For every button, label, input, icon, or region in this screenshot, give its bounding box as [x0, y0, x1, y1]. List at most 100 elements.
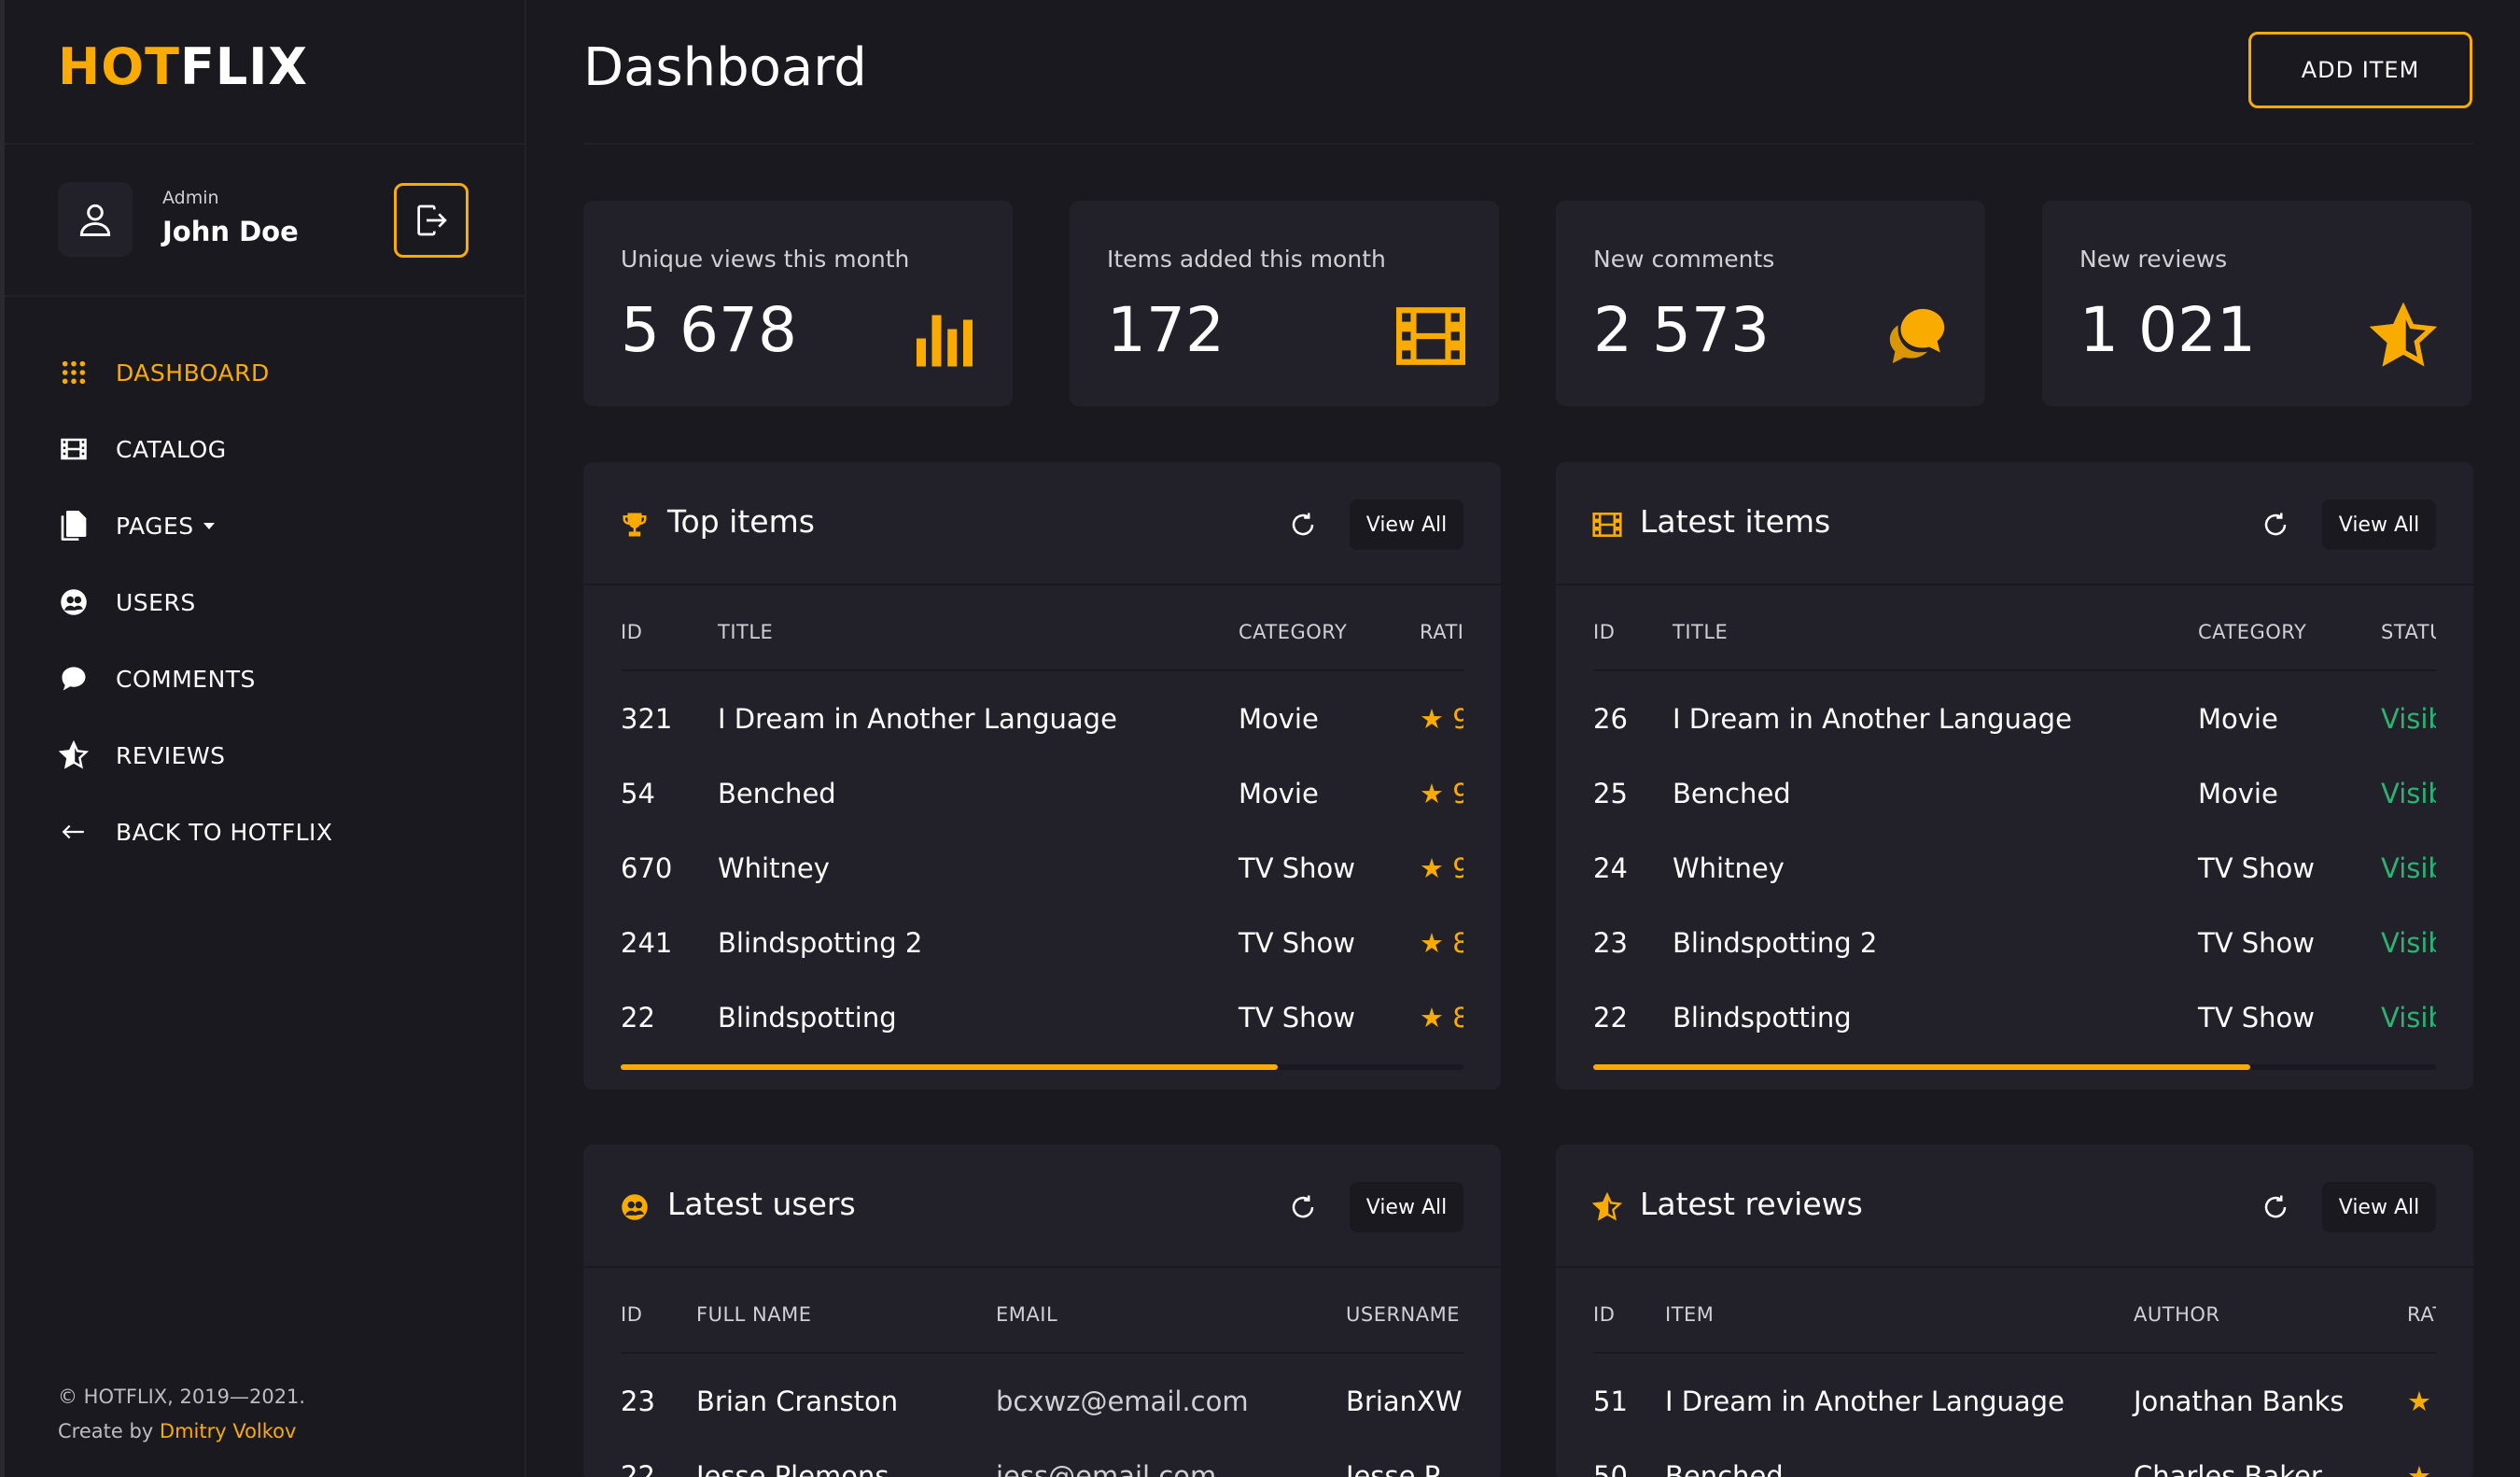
comments-icon — [1883, 302, 1952, 371]
table-row[interactable]: 241 Blindspotting 2 TV Show ★ 8 — [621, 908, 1463, 983]
cell-id: 25 — [1593, 778, 1628, 809]
stat-label: New reviews — [2079, 246, 2228, 273]
nav-item-catalog[interactable]: CATALOG — [58, 426, 469, 472]
table-header: ID FULL NAME EMAIL USERNAME — [621, 1268, 1463, 1354]
data-table: ID TITLE CATEGORY STATU 26 I Dream in An… — [1593, 585, 2436, 1058]
table-row[interactable]: 22 Jesse Plemons jess@email.com Jesse.P — [621, 1442, 1463, 1477]
logo-flix: FLIX — [179, 37, 308, 96]
cell-id: 23 — [621, 1386, 655, 1417]
column-header: STATU — [2381, 621, 2436, 643]
table-row[interactable]: 22 Blindspotting TV Show Visib — [1593, 983, 2436, 1058]
refresh-icon[interactable] — [2260, 509, 2291, 541]
cell-category: TV Show — [1239, 927, 1356, 959]
cell-author: Charles Baker — [2134, 1460, 2322, 1477]
sidebar-edge — [0, 0, 5, 1477]
grid-icon — [58, 357, 90, 388]
cell-category: TV Show — [1239, 1002, 1356, 1034]
column-header: RAT — [2407, 1303, 2436, 1326]
column-header: ID — [621, 1303, 643, 1326]
cell-rating: ★ 8 — [1420, 927, 1463, 959]
stat-value: 2 573 — [1593, 294, 1770, 366]
panel-top-items: Top items View All ID TITLE CATEGORY RAT… — [583, 462, 1501, 1090]
nav-label: COMMENTS — [116, 665, 256, 693]
view-all-button[interactable]: View All — [2322, 499, 2436, 550]
stat-card-reviews: New reviews 1 021 — [2042, 201, 2471, 406]
table-row[interactable]: 25 Benched Movie Visib — [1593, 759, 2436, 834]
column-header: ID — [1593, 1303, 1616, 1326]
cell-id: 670 — [621, 852, 673, 884]
stat-card-items: Items added this month 172 — [1070, 201, 1499, 406]
panel-header: Latest items View All — [1556, 462, 2473, 585]
nav-item-reviews[interactable]: REVIEWS — [58, 732, 469, 779]
nav-item-users[interactable]: USERS — [58, 579, 469, 626]
table-row[interactable]: 26 I Dream in Another Language Movie Vis… — [1593, 684, 2436, 759]
add-item-button[interactable]: ADD ITEM — [2248, 32, 2472, 108]
stat-value: 1 021 — [2079, 294, 2256, 366]
stat-label: Items added this month — [1107, 246, 1386, 273]
cell-id: 22 — [1593, 1002, 1628, 1034]
view-all-button[interactable]: View All — [2322, 1182, 2436, 1232]
nav-label: DASHBOARD — [116, 359, 270, 387]
table-row[interactable]: 23 Brian Cranston bcxwz@email.com BrianX… — [621, 1367, 1463, 1442]
table-row[interactable]: 54 Benched Movie ★ 9 — [621, 759, 1463, 834]
stat-card-views: Unique views this month 5 678 — [583, 201, 1013, 406]
pages-icon — [58, 510, 90, 542]
cell-username: BrianXWZ — [1346, 1386, 1463, 1417]
author-link[interactable]: Dmitry Volkov — [160, 1420, 297, 1442]
sidebar: HOTFLIX Admin John Doe DASHBOARD CATALOG — [0, 0, 526, 1477]
cell-title: Benched — [718, 778, 836, 809]
horizontal-scrollbar[interactable] — [621, 1064, 1463, 1070]
cell-id: 23 — [1593, 927, 1628, 959]
horizontal-scrollbar[interactable] — [1593, 1064, 2436, 1070]
film-icon — [58, 433, 90, 465]
cell-title: Blindspotting 2 — [1673, 927, 1878, 959]
column-header: ID — [621, 621, 643, 643]
refresh-icon[interactable] — [1287, 1191, 1319, 1223]
nav-item-dashboard[interactable]: DASHBOARD — [58, 349, 469, 396]
cell-id: 51 — [1593, 1386, 1628, 1417]
refresh-icon[interactable] — [1287, 509, 1319, 541]
user-avatar-icon — [58, 182, 133, 257]
cell-title: Blindspotting — [1673, 1002, 1852, 1034]
panel-latest-items: Latest items View All ID TITLE CATEGORY … — [1556, 462, 2473, 1090]
cell-title: Benched — [1673, 778, 1791, 809]
stat-label: New comments — [1593, 246, 1775, 273]
page-title: Dashboard — [583, 37, 867, 98]
column-header: FULL NAME — [696, 1303, 812, 1326]
cell-item: I Dream in Another Language — [1665, 1386, 2065, 1417]
table-row[interactable]: 23 Blindspotting 2 TV Show Visib — [1593, 908, 2436, 983]
table-row[interactable]: 321 I Dream in Another Language Movie ★ … — [621, 684, 1463, 759]
cell-category: Movie — [2198, 778, 2278, 809]
logout-button[interactable] — [394, 183, 469, 258]
cell-id: 241 — [621, 927, 673, 959]
column-header: CATEGORY — [1239, 621, 1348, 643]
table-row[interactable]: 51 I Dream in Another Language Jonathan … — [1593, 1367, 2436, 1442]
table-row[interactable]: 670 Whitney TV Show ★ 9 — [621, 834, 1463, 908]
nav-label: CATALOG — [116, 435, 227, 463]
panel-title: Latest reviews — [1640, 1186, 1863, 1222]
cell-title: Blindspotting 2 — [718, 927, 923, 959]
scrollbar-thumb[interactable] — [621, 1064, 1279, 1070]
nav-item-pages[interactable]: PAGES — [58, 502, 469, 549]
logo-hot: HOT — [58, 37, 180, 96]
view-all-button[interactable]: View All — [1350, 499, 1463, 550]
refresh-icon[interactable] — [2260, 1191, 2291, 1223]
data-table: ID ITEM AUTHOR RAT 51 I Dream in Another… — [1593, 1268, 2436, 1477]
logo[interactable]: HOTFLIX — [58, 37, 308, 96]
view-all-button[interactable]: View All — [1350, 1182, 1463, 1232]
nav-item-comments[interactable]: COMMENTS — [58, 655, 469, 702]
cell-status: Visib — [2381, 927, 2436, 959]
stat-value: 172 — [1107, 294, 1225, 366]
panel-latest-users: Latest users View All ID FULL NAME EMAIL… — [583, 1145, 1501, 1477]
cell-status: Visib — [2381, 852, 2436, 884]
cell-id: 321 — [621, 703, 673, 735]
sidebar-divider — [5, 143, 525, 145]
table-header: ID TITLE CATEGORY RATI — [621, 585, 1463, 671]
table-header: ID ITEM AUTHOR RAT — [1593, 1268, 2436, 1354]
nav-item-back[interactable]: BACK TO HOTFLIX — [58, 809, 469, 855]
table-row[interactable]: 50 Benched Charles Baker ★ — [1593, 1442, 2436, 1477]
scrollbar-thumb[interactable] — [1593, 1064, 2251, 1070]
table-row[interactable]: 24 Whitney TV Show Visib — [1593, 834, 2436, 908]
table-row[interactable]: 22 Blindspotting TV Show ★ 8 — [621, 983, 1463, 1058]
cell-rating: ★ — [2407, 1460, 2431, 1477]
